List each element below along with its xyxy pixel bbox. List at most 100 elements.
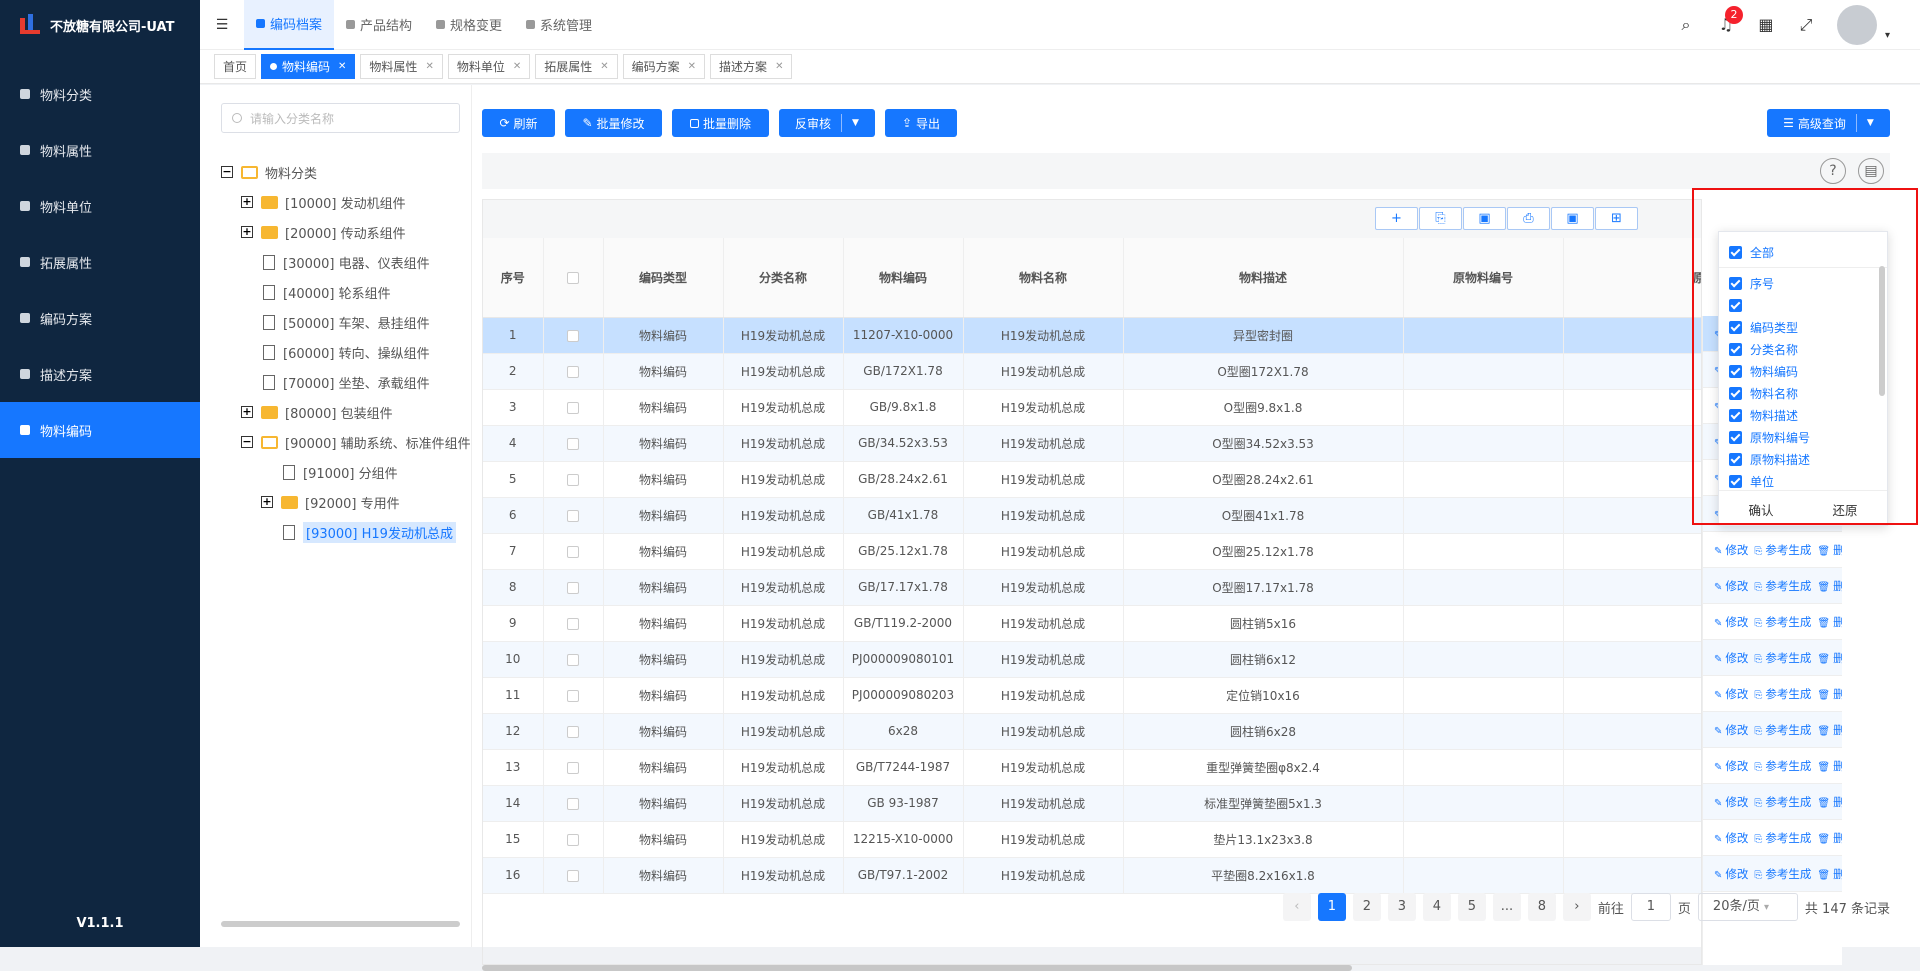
- select-all-header[interactable]: [543, 238, 604, 318]
- sidebar-item-material-unit[interactable]: 物料单位: [0, 178, 200, 234]
- tag-coding-scheme[interactable]: 编码方案 ✕: [622, 54, 706, 79]
- table-row[interactable]: 16 物料编码 H19发动机总成 GB/T97.1-2002 H19发动机总成 平垫圈8.…: [483, 857, 1701, 894]
- excel-import-icon[interactable]: ▣: [1463, 207, 1506, 230]
- delete-action[interactable]: 🗑删除: [1817, 867, 1842, 881]
- page-size-select[interactable]: 20条/页 ▾: [1697, 893, 1798, 921]
- sidebar-item-description-scheme[interactable]: 描述方案: [0, 346, 200, 402]
- table-row[interactable]: 12 物料编码 H19发动机总成 6x28 H19发动机总成 圆柱销6x28: [483, 713, 1701, 750]
- help-icon[interactable]: ?: [1820, 158, 1846, 184]
- expand-icon[interactable]: +: [241, 196, 253, 208]
- column-header[interactable]: 序号: [483, 238, 544, 318]
- tab-spec-change[interactable]: 规格变更: [424, 0, 514, 50]
- table-row[interactable]: 5 物料编码 H19发动机总成 GB/28.24x2.61 H19发动机总成 O型圈28.…: [483, 461, 1701, 498]
- close-icon[interactable]: ✕: [688, 61, 696, 72]
- row-select-checkbox[interactable]: [567, 617, 579, 630]
- table-row[interactable]: 13 物料编码 H19发动机总成 GB/T7244-1987 H19发动机总成 重型弹簧垫…: [483, 749, 1701, 786]
- close-icon[interactable]: ✕: [600, 61, 608, 72]
- tree-node[interactable]: [50000] 车架、悬挂组件: [261, 311, 430, 333]
- chevron-down-icon[interactable]: ▼: [852, 118, 859, 128]
- reference-generate-action[interactable]: ⎘参考生成: [1754, 687, 1811, 701]
- prev-page-button[interactable]: ‹: [1282, 893, 1311, 921]
- page-button[interactable]: 2: [1352, 893, 1381, 921]
- edit-action[interactable]: ✎修改: [1714, 651, 1748, 665]
- column-header[interactable]: 原物料编号: [1403, 238, 1564, 318]
- row-select-checkbox[interactable]: [567, 653, 579, 666]
- reference-generate-action[interactable]: ⎘参考生成: [1754, 795, 1811, 809]
- column-header[interactable]: 分类名称: [723, 238, 844, 318]
- sidebar-item-extended-attribute[interactable]: 拓展属性: [0, 234, 200, 290]
- tree-root[interactable]: − 物料分类: [221, 161, 317, 183]
- tree-node[interactable]: + [10000] 发动机组件: [241, 191, 406, 213]
- tag-extended-attribute[interactable]: 拓展属性 ✕: [535, 54, 618, 79]
- delete-action[interactable]: 🗑删除: [1817, 579, 1842, 593]
- add-icon[interactable]: +: [1375, 207, 1418, 230]
- column-header[interactable]: 原物料描述: [1563, 238, 1701, 318]
- table-row[interactable]: 11 物料编码 H19发动机总成 PJ000009080203 H19发动机总成 定位销1…: [483, 677, 1701, 714]
- row-select-checkbox[interactable]: [567, 545, 579, 558]
- tag-material-attribute[interactable]: 物料属性 ✕: [360, 54, 443, 79]
- expand-icon[interactable]: +: [261, 496, 273, 508]
- close-icon[interactable]: ✕: [775, 61, 783, 72]
- sidebar-item-material-category[interactable]: 物料分类: [0, 66, 200, 122]
- table-row[interactable]: 9 物料编码 H19发动机总成 GB/T119.2-2000 H19发动机总成 圆柱销5x…: [483, 605, 1701, 642]
- page-button[interactable]: 1: [1317, 893, 1346, 921]
- delete-action[interactable]: 🗑删除: [1817, 651, 1842, 665]
- tree-node[interactable]: + [80000] 包装组件: [241, 401, 393, 423]
- collapse-icon[interactable]: −: [241, 436, 253, 448]
- page-button[interactable]: 8: [1527, 893, 1556, 921]
- category-search-input[interactable]: 请输入分类名称: [221, 103, 460, 133]
- delete-action[interactable]: 🗑删除: [1817, 687, 1842, 701]
- tree-node[interactable]: − [90000] 辅助系统、标准件组件: [241, 431, 471, 453]
- advanced-search-button[interactable]: ☰ 高级查询 ▼: [1767, 109, 1890, 137]
- tag-material-unit[interactable]: 物料单位 ✕: [447, 54, 531, 79]
- table-row[interactable]: 8 物料编码 H19发动机总成 GB/17.17x1.78 H19发动机总成 O型圈17.…: [483, 569, 1701, 606]
- bell-icon[interactable]: ♫ 2: [1717, 6, 1743, 34]
- reference-generate-action[interactable]: ⎘参考生成: [1754, 831, 1811, 845]
- close-icon[interactable]: ✕: [338, 61, 346, 72]
- collapse-icon[interactable]: −: [221, 166, 233, 178]
- excel-export-icon[interactable]: ▣: [1551, 207, 1594, 230]
- batch-edit-button[interactable]: ✎ 批量修改: [565, 109, 662, 137]
- row-select-checkbox[interactable]: [567, 689, 579, 702]
- row-select-checkbox[interactable]: [567, 329, 579, 342]
- row-select-checkbox[interactable]: [567, 401, 579, 414]
- goto-page-input[interactable]: 1: [1630, 893, 1671, 921]
- edit-action[interactable]: ✎修改: [1714, 867, 1748, 881]
- tree-node[interactable]: [30000] 电器、仪表组件: [261, 251, 430, 273]
- delete-action[interactable]: 🗑删除: [1817, 795, 1842, 809]
- row-select-checkbox[interactable]: [567, 581, 579, 594]
- edit-action[interactable]: ✎修改: [1714, 543, 1748, 557]
- page-button[interactable]: 4: [1422, 893, 1451, 921]
- row-select-checkbox[interactable]: [567, 833, 579, 846]
- delete-action[interactable]: 🗑删除: [1817, 543, 1842, 557]
- tree-node[interactable]: [70000] 坐垫、承载组件: [261, 371, 430, 393]
- chevron-down-icon[interactable]: ▼: [1867, 118, 1874, 128]
- column-header[interactable]: 物料编码: [843, 238, 964, 318]
- tree-node-selected[interactable]: [93000] H19发动机总成: [281, 521, 456, 543]
- close-icon[interactable]: ✕: [425, 61, 433, 72]
- unaudit-button[interactable]: 反审核 ▼: [779, 109, 875, 137]
- column-header[interactable]: 物料名称: [963, 238, 1124, 318]
- table-row[interactable]: 7 物料编码 H19发动机总成 GB/25.12x1.78 H19发动机总成 O型圈25.…: [483, 533, 1701, 570]
- tree-node[interactable]: [91000] 分组件: [281, 461, 398, 483]
- tag-home[interactable]: 首页: [214, 54, 257, 79]
- reference-generate-action[interactable]: ⎘参考生成: [1754, 651, 1811, 665]
- column-header[interactable]: 编码类型: [603, 238, 724, 318]
- page-button[interactable]: 3: [1387, 893, 1416, 921]
- table-row[interactable]: 2 物料编码 H19发动机总成 GB/172X1.78 H19发动机总成 O型圈172X1…: [483, 353, 1701, 390]
- column-header[interactable]: 物料描述: [1123, 238, 1404, 318]
- select-all-checkbox[interactable]: [567, 271, 579, 284]
- reference-generate-action[interactable]: ⎘参考生成: [1754, 543, 1811, 557]
- page-button[interactable]: 5: [1457, 893, 1486, 921]
- edit-action[interactable]: ✎修改: [1714, 759, 1748, 773]
- edit-action[interactable]: ✎修改: [1714, 831, 1748, 845]
- column-settings-icon[interactable]: ⊞: [1595, 207, 1638, 230]
- table-row[interactable]: 3 物料编码 H19发动机总成 GB/9.8x1.8 H19发动机总成 O型圈9.8x1.…: [483, 389, 1701, 426]
- qrcode-icon[interactable]: ▦: [1757, 16, 1775, 34]
- delete-action[interactable]: 🗑删除: [1817, 615, 1842, 629]
- tag-description-scheme[interactable]: 描述方案 ✕: [710, 54, 793, 79]
- table-row[interactable]: 10 物料编码 H19发动机总成 PJ000009080101 H19发动机总成 圆柱销6…: [483, 641, 1701, 678]
- search-icon[interactable]: ⌕: [1677, 16, 1695, 34]
- reference-generate-action[interactable]: ⎘参考生成: [1754, 723, 1811, 737]
- row-select-checkbox[interactable]: [567, 797, 579, 810]
